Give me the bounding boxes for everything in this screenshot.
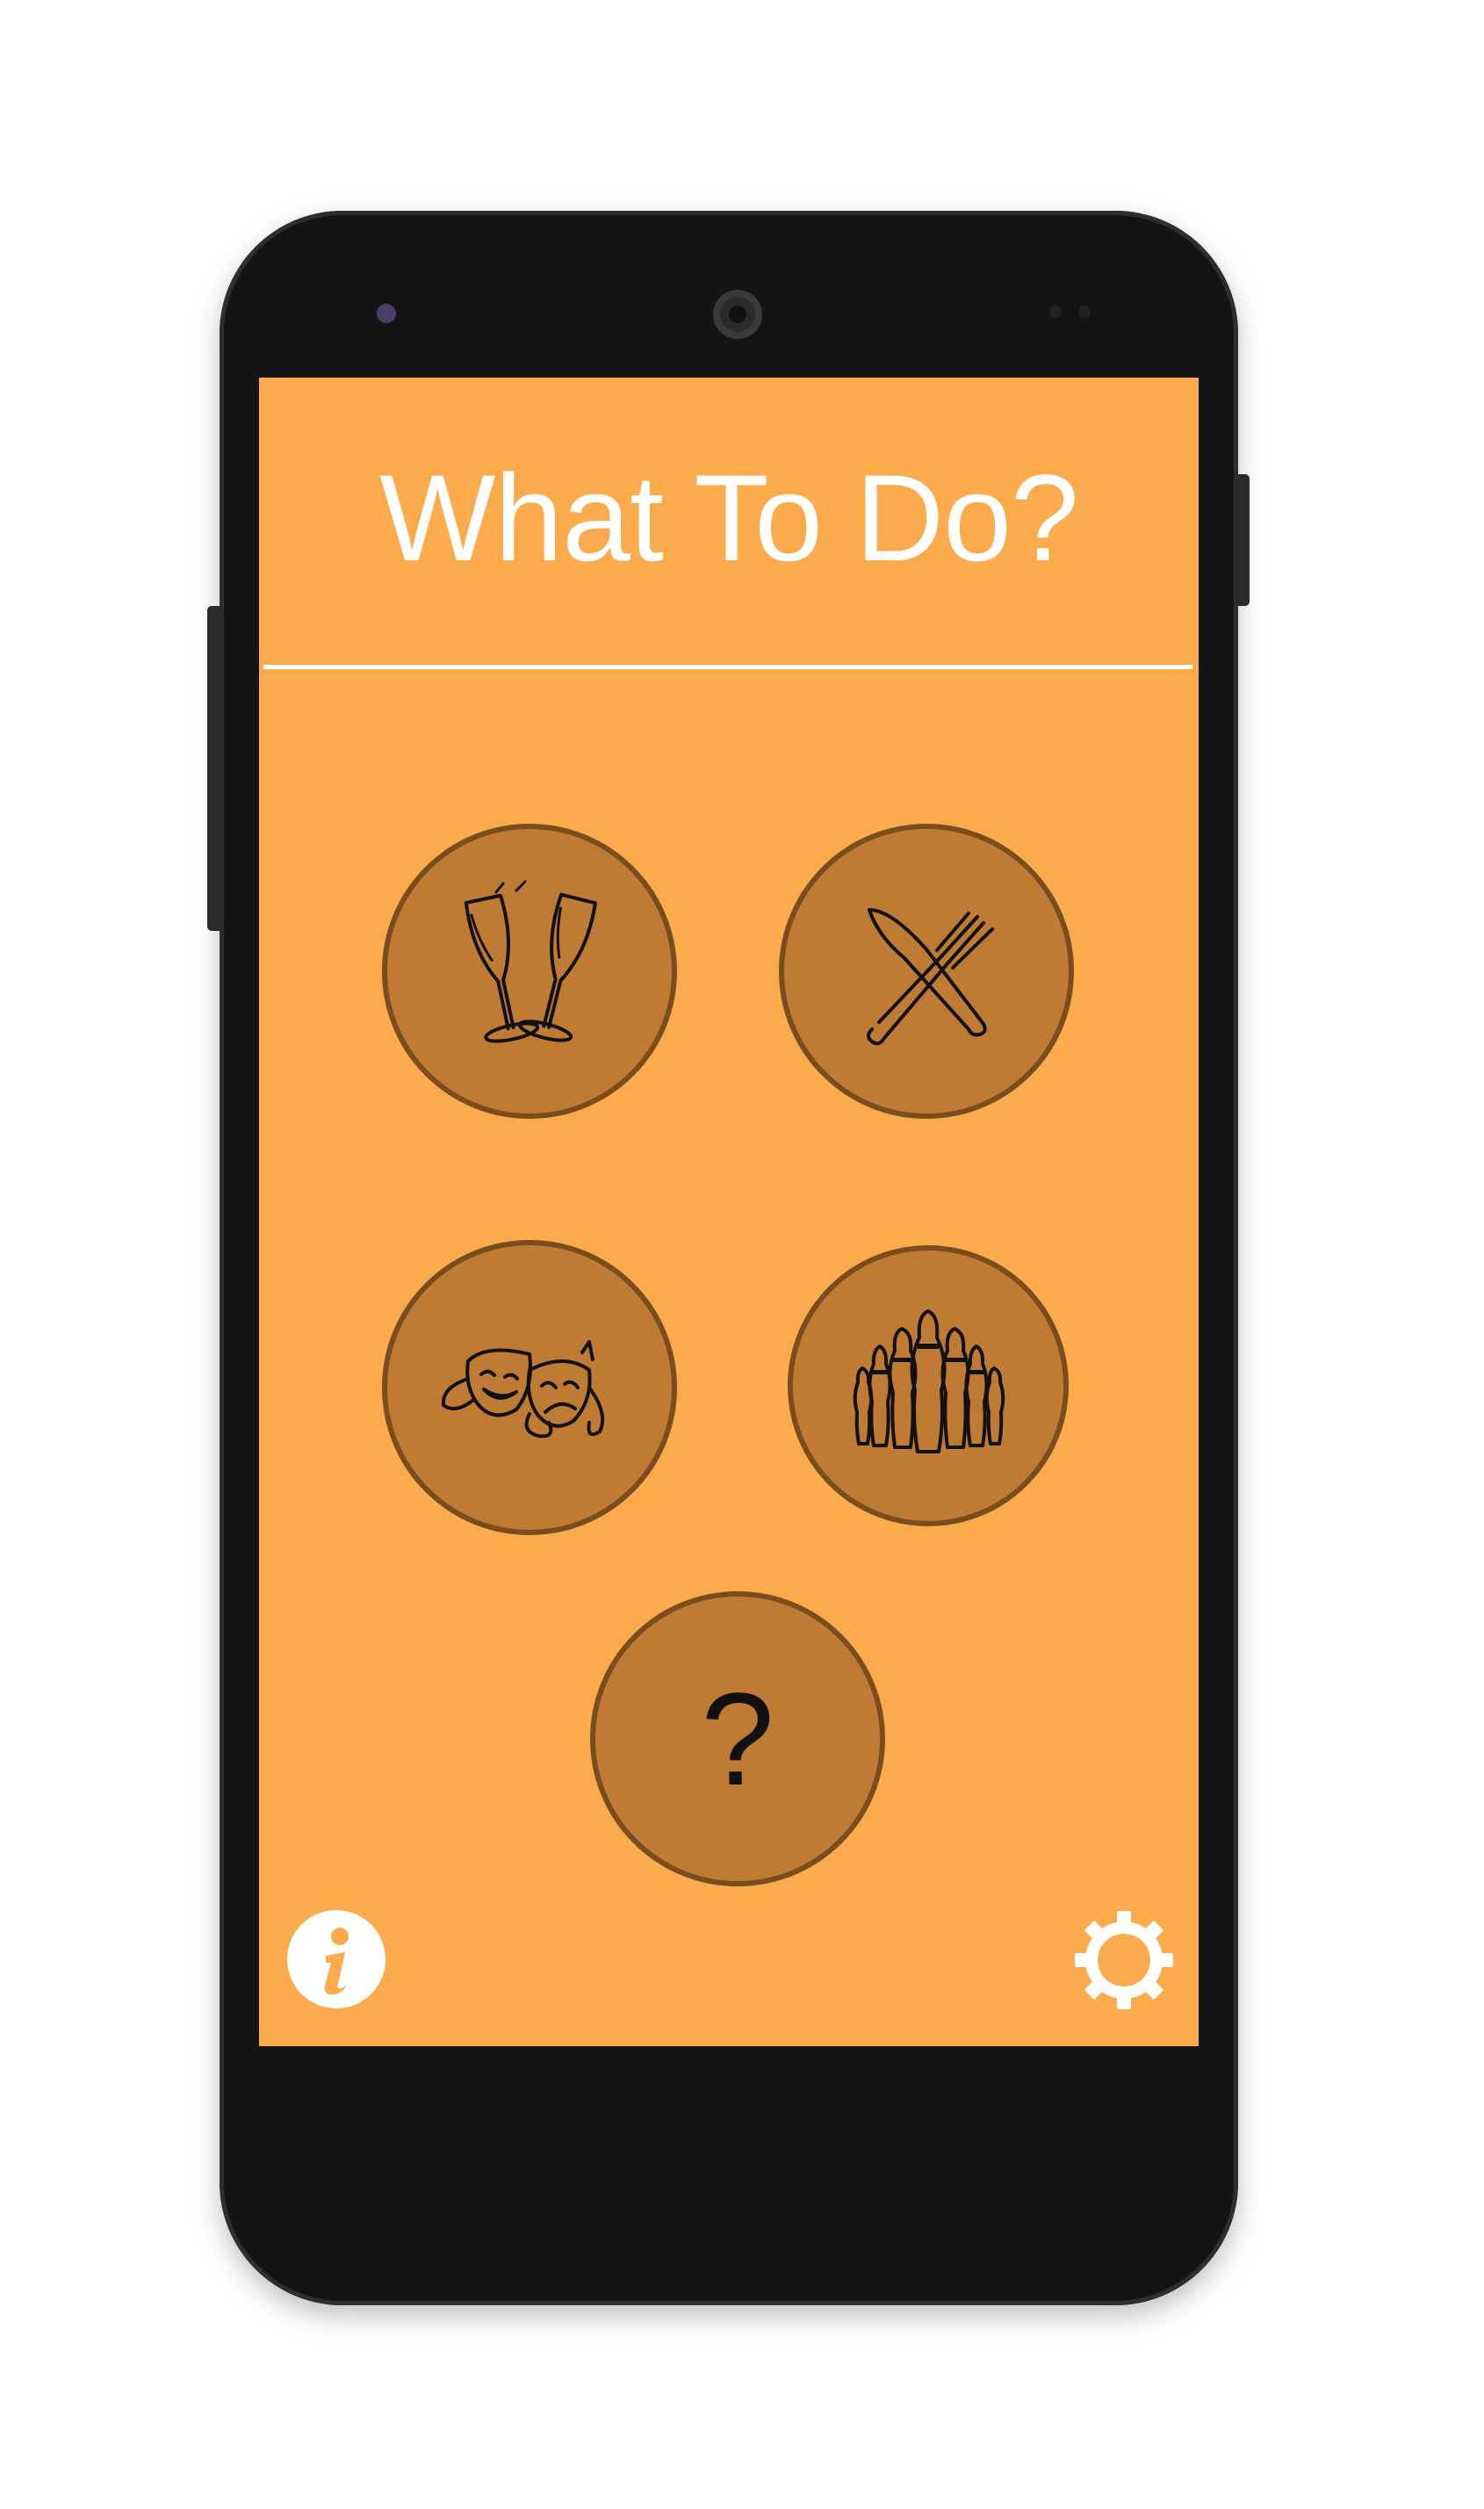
page-title: What To Do? (379, 449, 1079, 587)
champagne-glasses-icon (464, 880, 597, 1043)
info-button[interactable] (287, 1910, 385, 2008)
proximity-sensor (377, 304, 396, 323)
info-icon (324, 1928, 349, 1995)
front-camera (713, 290, 762, 339)
light-sensor (1049, 306, 1062, 318)
power-button (1234, 474, 1250, 606)
food-button[interactable] (779, 824, 1074, 1119)
volume-button (207, 606, 223, 931)
theatre-button[interactable] (382, 1240, 677, 1535)
bowling-pins-icon (853, 1309, 1005, 1453)
theatre-masks-icon (441, 1340, 604, 1438)
app-screen: What To Do? ? (259, 378, 1199, 2046)
knife-fork-icon (867, 908, 994, 1046)
drinks-button[interactable] (382, 824, 677, 1119)
title-divider (263, 665, 1192, 669)
settings-button[interactable] (1071, 1907, 1177, 2013)
random-button-label: ? (701, 1665, 774, 1813)
bowling-button[interactable] (788, 1245, 1069, 1526)
random-activity-button[interactable]: ? (590, 1591, 885, 1886)
gear-icon (1075, 1911, 1173, 2009)
light-sensor-2 (1078, 306, 1091, 318)
